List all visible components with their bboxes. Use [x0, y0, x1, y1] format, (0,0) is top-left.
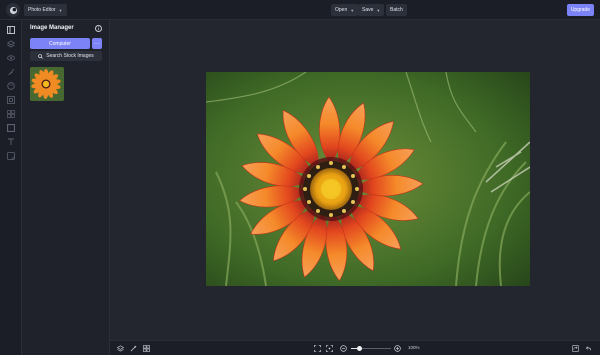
grid-icon[interactable] [7, 110, 15, 118]
grid-view-icon[interactable] [143, 345, 150, 352]
palette-icon[interactable] [7, 82, 15, 90]
batch-label: Batch [390, 7, 403, 13]
text-icon[interactable] [7, 138, 15, 146]
frames-icon[interactable] [7, 96, 15, 104]
tool-rail [0, 20, 22, 355]
undo-icon[interactable] [585, 345, 592, 352]
zoom-out-icon[interactable] [340, 345, 347, 352]
bottom-bar: 100% [110, 340, 600, 355]
save-button[interactable]: Save ▼ [358, 4, 385, 16]
open-label: Open [335, 7, 348, 13]
chevron-down-icon: ▼ [58, 7, 63, 13]
app-logo-icon[interactable] [6, 3, 20, 17]
redo-icon[interactable] [572, 345, 579, 352]
fit-to-screen-icon[interactable] [314, 345, 321, 352]
main-photo[interactable] [206, 72, 530, 286]
magic-wand-icon[interactable] [130, 345, 137, 352]
computer-button-group: Computer ··· [30, 38, 111, 49]
brush-icon[interactable] [7, 68, 15, 76]
image-manager-panel: Image Manager i Computer ··· Search Stoc… [22, 20, 110, 355]
panel-title: Image Manager [30, 25, 74, 31]
computer-button[interactable]: Computer [30, 38, 90, 49]
open-button[interactable]: Open ▼ [331, 4, 359, 16]
top-bar: Photo Editor ▼ Open ▼ Save ▼ Batch Upgra… [0, 0, 600, 20]
info-icon[interactable]: i [95, 25, 102, 32]
editor-canvas[interactable] [110, 20, 600, 340]
eye-icon[interactable] [7, 54, 15, 62]
app-menu-label: Photo Editor [28, 7, 56, 13]
batch-button[interactable]: Batch [386, 4, 407, 16]
upgrade-button[interactable]: Upgrade [566, 4, 594, 16]
app-menu-button[interactable]: Photo Editor ▼ [24, 4, 67, 16]
zoom-in-icon[interactable] [394, 345, 401, 352]
more-options-button[interactable]: ··· [92, 38, 102, 49]
frame-icon[interactable] [7, 124, 15, 132]
zoom-slider-handle[interactable] [357, 346, 362, 351]
image-manager-icon[interactable] [7, 26, 15, 34]
zoom-slider[interactable] [351, 346, 391, 351]
search-stock-images-button[interactable]: Search Stock Images [30, 51, 102, 61]
search-icon [38, 53, 44, 59]
actual-size-icon[interactable] [326, 345, 333, 352]
zoom-level-value: 100% [408, 345, 420, 350]
layers-stack-icon[interactable] [117, 345, 124, 352]
save-label: Save [362, 7, 374, 13]
chevron-down-icon: ▼ [376, 7, 381, 13]
search-stock-label: Search Stock Images [46, 53, 94, 59]
chevron-down-icon: ▼ [350, 7, 355, 13]
sticker-icon[interactable] [7, 152, 15, 160]
layers-icon[interactable] [7, 40, 15, 48]
image-thumbnail[interactable] [30, 67, 64, 101]
